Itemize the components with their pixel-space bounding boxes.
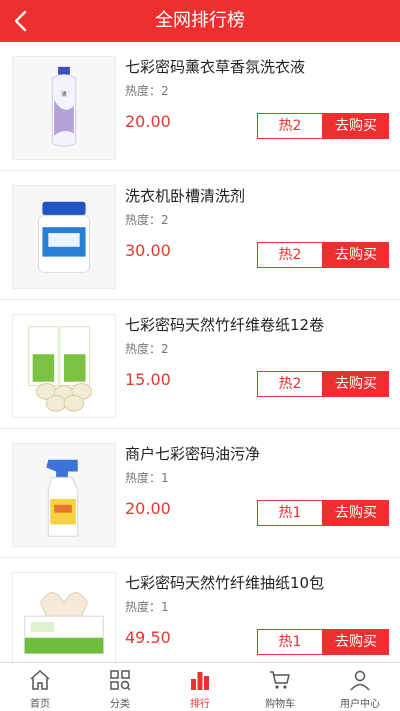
product-item[interactable]: 七彩密码天然竹纤维卷纸12卷 热度：2 15.00 热2 去购买 — [0, 300, 400, 429]
product-image-bottle[interactable]: 清 — [12, 56, 116, 160]
bottom-tab-bar: 首页 分类 排行 购物车 用户中心 — [0, 662, 400, 711]
buy-button[interactable]: 去购买 — [323, 500, 389, 526]
tab-category[interactable]: 分类 — [80, 663, 160, 711]
hot-badge: 热2 — [257, 242, 323, 268]
user-icon — [350, 670, 370, 691]
tissue-roll-image — [13, 315, 115, 417]
buy-button[interactable]: 去购买 — [323, 113, 389, 139]
tab-user[interactable]: 用户中心 — [320, 663, 400, 711]
svg-text:清: 清 — [61, 90, 67, 98]
product-image-jar[interactable] — [12, 185, 116, 289]
product-item[interactable]: 清 七彩密码薰衣草香氛洗衣液 热度：2 20.00 热2 去购买 — [0, 42, 400, 171]
tab-label: 用户中心 — [340, 699, 380, 710]
tissue-box-image — [13, 573, 115, 662]
buy-button[interactable]: 去购买 — [323, 629, 389, 655]
bottle-image: 清 — [13, 57, 115, 159]
product-price: 20.00 — [125, 499, 171, 518]
home-icon — [30, 669, 50, 690]
tab-label: 分类 — [110, 699, 130, 710]
product-item[interactable]: 洗衣机卧槽清洗剂 热度：2 30.00 热2 去购买 — [0, 171, 400, 300]
tab-ranking[interactable]: 排行 — [160, 663, 240, 711]
product-image-tissue-box[interactable] — [12, 572, 116, 662]
product-item[interactable]: 七彩密码天然竹纤维抽纸10包 热度：1 49.50 热1 去购买 — [0, 558, 400, 662]
buy-button[interactable]: 去购买 — [323, 242, 389, 268]
hot-badge: 热1 — [257, 629, 323, 655]
page-title: 全网排行榜 — [155, 10, 245, 31]
tab-label: 首页 — [30, 699, 50, 710]
product-item[interactable]: 商户七彩密码油污净 热度：1 20.00 热1 去购买 — [0, 429, 400, 558]
product-image-spray[interactable] — [12, 443, 116, 547]
tab-cart[interactable]: 购物车 — [240, 663, 320, 711]
cart-icon — [270, 671, 290, 689]
top-bar: 全网排行榜 — [0, 0, 400, 42]
product-price: 49.50 — [125, 628, 171, 647]
buy-button[interactable]: 去购买 — [323, 371, 389, 397]
product-heat: 热度：1 — [125, 600, 169, 614]
product-name[interactable]: 洗衣机卧槽清洗剂 — [125, 185, 245, 206]
hot-badge: 热1 — [257, 500, 323, 526]
product-heat: 热度：1 — [125, 471, 169, 485]
ranking-icon — [191, 672, 209, 690]
product-price: 15.00 — [125, 370, 171, 389]
product-heat: 热度：2 — [125, 213, 169, 227]
product-name[interactable]: 七彩密码薰衣草香氛洗衣液 — [125, 56, 305, 77]
product-price: 30.00 — [125, 241, 171, 260]
hot-badge: 热2 — [257, 371, 323, 397]
product-heat: 热度：2 — [125, 342, 169, 356]
tab-home[interactable]: 首页 — [0, 663, 80, 711]
tab-label: 排行 — [190, 699, 210, 710]
product-name[interactable]: 商户七彩密码油污净 — [125, 443, 260, 464]
category-icon — [110, 670, 131, 691]
product-name[interactable]: 七彩密码天然竹纤维抽纸10包 — [125, 572, 324, 593]
spray-bottle-image — [13, 444, 115, 546]
tab-label: 购物车 — [265, 699, 295, 710]
product-name[interactable]: 七彩密码天然竹纤维卷纸12卷 — [125, 314, 324, 335]
jar-image — [13, 186, 115, 288]
product-price: 20.00 — [125, 112, 171, 131]
product-image-tissue-roll[interactable] — [12, 314, 116, 418]
product-heat: 热度：2 — [125, 84, 169, 98]
hot-badge: 热2 — [257, 113, 323, 139]
product-list[interactable]: 清 七彩密码薰衣草香氛洗衣液 热度：2 20.00 热2 去购买 洗衣机卧槽清洗… — [0, 42, 400, 662]
